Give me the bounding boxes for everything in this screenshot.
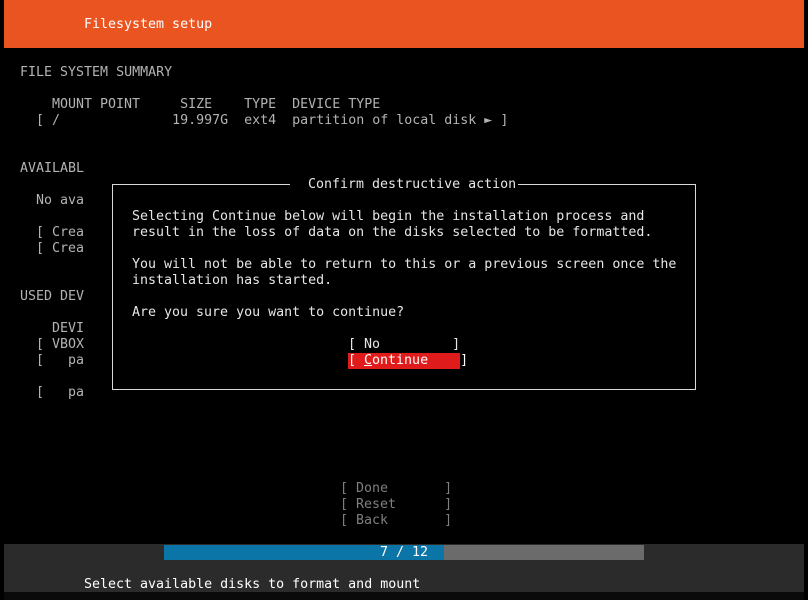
back-button[interactable]: [ Back ] — [340, 513, 452, 529]
used-partition-row[interactable]: [ pa — [36, 353, 84, 369]
summary-columns: MOUNT POINT SIZE TYPE DEVICE TYPE — [52, 97, 381, 112]
dialog-message-line: installation has started. — [132, 273, 333, 288]
bottom-strip — [4, 592, 804, 600]
available-none-text: No ava — [36, 193, 85, 208]
reset-button[interactable]: [ Reset ] — [340, 497, 452, 513]
summary-heading: FILE SYSTEM SUMMARY — [20, 65, 173, 80]
available-heading: AVAILABL — [20, 161, 85, 176]
dialog-message-line: Selecting Continue below will begin the … — [132, 209, 645, 224]
dialog-question: Are you sure you want to continue? — [132, 305, 405, 320]
summary-row-root[interactable]: [ / 19.997G ext4 partition of local disk… — [36, 113, 508, 129]
dialog-title: Confirm destructive action — [300, 177, 525, 192]
page-title: Filesystem setup — [84, 17, 213, 32]
used-devices-column: DEVI — [52, 321, 85, 336]
continue-button-prefix: [ — [348, 353, 365, 368]
continue-button[interactable]: [ Continue ] — [348, 353, 468, 369]
used-devices-heading: USED DEV — [20, 289, 85, 304]
create-raid-button[interactable]: [ Crea — [36, 225, 84, 241]
dialog-message-line: You will not be able to return to this o… — [132, 257, 677, 272]
continue-button-rest: ontinue ] — [372, 353, 469, 368]
dialog-message-line: result in the loss of data on the disks … — [132, 225, 653, 240]
create-volume-group-button[interactable]: [ Crea — [36, 241, 84, 257]
done-button[interactable]: [ Done ] — [340, 481, 452, 497]
used-partition-row[interactable]: [ pa — [36, 385, 84, 401]
footer-hint: Select available disks to format and mou… — [84, 577, 421, 592]
continue-button-cursor-char: C — [364, 353, 373, 368]
no-button[interactable]: [ No ] — [348, 337, 460, 353]
used-device-row[interactable]: [ VBOX — [36, 337, 84, 353]
progress-label: 7 / 12 — [379, 545, 429, 560]
